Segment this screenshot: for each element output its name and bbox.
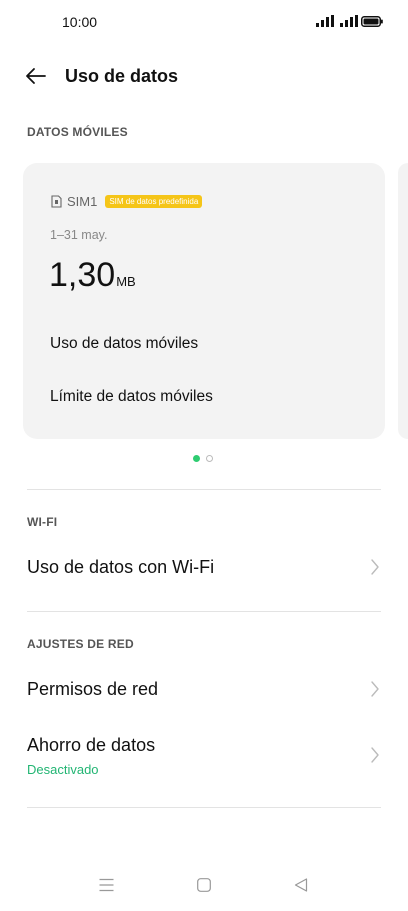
billing-period: 1–31 may.	[50, 228, 108, 242]
top-bar: Uso de datos	[0, 56, 408, 96]
pager-dot[interactable]	[206, 455, 213, 462]
battery-icon	[361, 16, 383, 27]
home-icon[interactable]	[197, 878, 211, 892]
chevron-right-icon	[371, 747, 379, 763]
usage-amount: 1,30 MB	[49, 256, 136, 295]
navigation-bar	[0, 870, 408, 902]
card-pager[interactable]	[193, 455, 213, 462]
sim-name: SIM1	[67, 193, 98, 209]
signal-icon	[316, 15, 334, 27]
section-label-wifi: WI-FI	[27, 515, 58, 529]
default-sim-badge: SIM de datos predefinida	[105, 194, 203, 208]
divider	[27, 489, 381, 490]
menu-icon[interactable]	[99, 878, 114, 892]
mobile-data-usage-item[interactable]: Uso de datos móviles	[50, 335, 198, 353]
back-icon[interactable]	[294, 878, 308, 892]
pager-dot-active[interactable]	[193, 455, 200, 462]
sim-card-icon	[51, 194, 62, 208]
section-label-mobile-data: DATOS MÓVILES	[27, 125, 128, 139]
status-time: 10:00	[62, 14, 98, 30]
next-sim-card-peek[interactable]	[398, 163, 408, 439]
sim-data-card[interactable]: SIM1 SIM de datos predefinida 1–31 may. …	[23, 163, 385, 439]
data-saver-status: Desactivado	[27, 762, 99, 777]
sim-row: SIM1 SIM de datos predefinida	[51, 193, 203, 209]
divider	[27, 611, 381, 612]
section-label-network: AJUSTES DE RED	[27, 637, 134, 651]
chevron-right-icon	[371, 681, 379, 697]
chevron-right-icon	[371, 559, 379, 575]
data-saver-label: Ahorro de datos	[27, 735, 156, 755]
network-permissions-label: Permisos de red	[27, 679, 159, 699]
wifi-data-usage-label: Uso de datos con Wi-Fi	[27, 557, 215, 577]
status-bar: 10:00	[0, 0, 408, 44]
signal-icon	[340, 15, 358, 27]
usage-unit: MB	[116, 274, 136, 289]
back-arrow-icon[interactable]	[24, 64, 48, 88]
mobile-data-limit-item[interactable]: Límite de datos móviles	[50, 388, 213, 406]
divider	[27, 807, 381, 808]
page-title: Uso de datos	[65, 66, 179, 86]
usage-value: 1,30	[49, 256, 116, 294]
